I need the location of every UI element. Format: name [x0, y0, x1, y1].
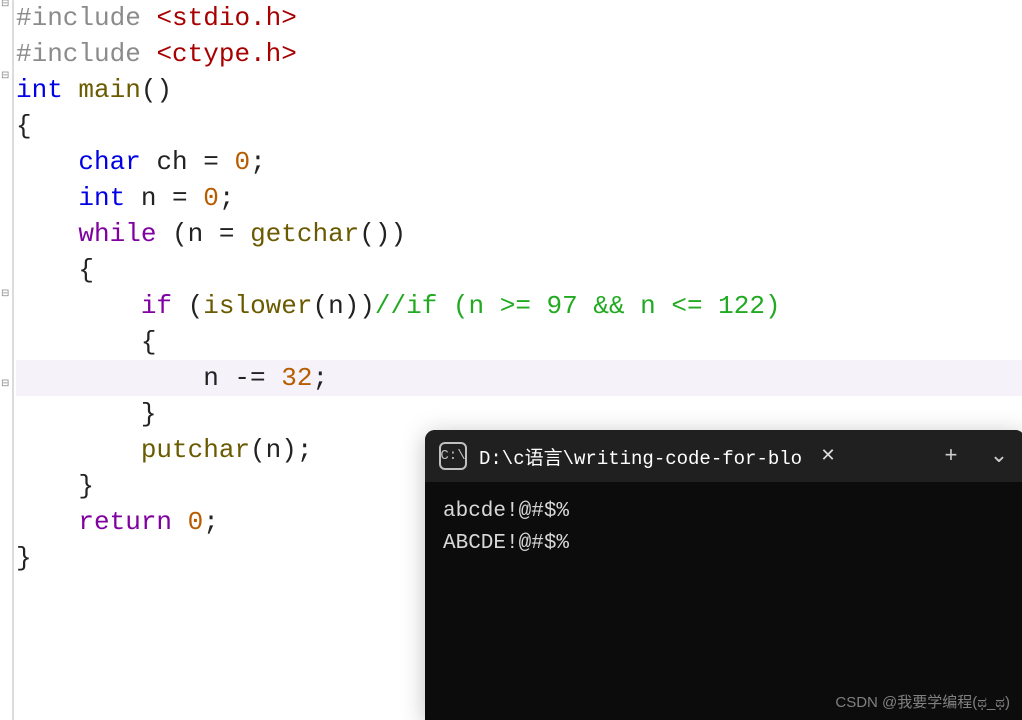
code-token — [16, 291, 141, 321]
code-token: 0 — [234, 147, 250, 177]
terminal-line: abcde!@#$% — [443, 496, 1007, 528]
code-line[interactable]: if (islower(n))//if (n >= 97 && n <= 122… — [16, 288, 1022, 324]
code-token: 0 — [188, 507, 204, 537]
code-token: <stdio.h> — [156, 3, 296, 33]
fold-toggle-icon[interactable]: ⊟ — [1, 72, 11, 82]
terminal-output[interactable]: abcde!@#$%ABCDE!@#$% — [425, 482, 1022, 574]
code-token: ( — [172, 291, 203, 321]
code-token: getchar — [250, 219, 359, 249]
code-token: ; — [250, 147, 266, 177]
code-token: } — [16, 543, 32, 573]
code-token: { — [16, 255, 94, 285]
code-line[interactable]: #include <stdio.h> — [16, 0, 1022, 36]
fold-toggle-icon[interactable]: ⊟ — [1, 290, 11, 300]
code-token — [172, 507, 188, 537]
code-token: putchar — [141, 435, 250, 465]
code-token: { — [16, 111, 32, 141]
code-token: (n = — [156, 219, 250, 249]
code-token — [16, 147, 78, 177]
code-token: islower — [203, 291, 312, 321]
code-token: ()) — [359, 219, 406, 249]
code-token: ; — [312, 363, 328, 393]
code-line[interactable]: } — [16, 396, 1022, 432]
code-token: while — [78, 219, 156, 249]
code-token: } — [16, 471, 94, 501]
fold-gutter[interactable]: ⊟ ⊟ ⊟ ⊟ — [0, 0, 12, 720]
code-token: main — [78, 75, 140, 105]
close-tab-button[interactable]: ✕ — [808, 445, 848, 467]
code-line[interactable]: int n = 0; — [16, 180, 1022, 216]
code-token: (n)) — [312, 291, 374, 321]
code-token: int — [78, 183, 125, 213]
new-tab-button[interactable]: + — [929, 436, 973, 476]
terminal-title: D:\c语言\writing-code-for-blo — [479, 443, 802, 470]
code-token: int — [16, 75, 63, 105]
code-token: n = — [125, 183, 203, 213]
code-token: #include — [16, 3, 156, 33]
code-token: char — [78, 147, 140, 177]
code-token: 0 — [203, 183, 219, 213]
code-line[interactable]: { — [16, 108, 1022, 144]
terminal-titlebar[interactable]: C:\ D:\c语言\writing-code-for-blo ✕ + ⌄ — [425, 430, 1022, 482]
code-line[interactable]: char ch = 0; — [16, 144, 1022, 180]
code-token: <ctype.h> — [156, 39, 296, 69]
fold-toggle-icon[interactable]: ⊟ — [1, 380, 11, 390]
watermark: CSDN @我要学编程(ಥ_ಥ) — [835, 691, 1010, 712]
code-token: ; — [219, 183, 235, 213]
code-token — [16, 435, 141, 465]
fold-toggle-icon[interactable]: ⊟ — [1, 0, 11, 10]
code-token: n -= — [16, 363, 281, 393]
code-token: if — [141, 291, 172, 321]
code-token: (n); — [250, 435, 312, 465]
code-line[interactable]: while (n = getchar()) — [16, 216, 1022, 252]
code-line[interactable]: { — [16, 252, 1022, 288]
code-line[interactable]: #include <ctype.h> — [16, 36, 1022, 72]
terminal-window[interactable]: C:\ D:\c语言\writing-code-for-blo ✕ + ⌄ ab… — [425, 430, 1022, 720]
code-token: 32 — [281, 363, 312, 393]
code-token: return — [78, 507, 172, 537]
code-token: ch = — [141, 147, 235, 177]
code-line[interactable]: { — [16, 324, 1022, 360]
code-token: } — [16, 399, 156, 429]
code-token: #include — [16, 39, 156, 69]
code-line[interactable]: n -= 32; — [16, 360, 1022, 396]
tab-dropdown-button[interactable]: ⌄ — [977, 436, 1021, 476]
terminal-line: ABCDE!@#$% — [443, 528, 1007, 560]
code-token — [16, 219, 78, 249]
terminal-icon: C:\ — [439, 442, 467, 470]
code-token — [16, 183, 78, 213]
code-token: ; — [203, 507, 219, 537]
code-token: () — [141, 75, 172, 105]
code-token — [63, 75, 79, 105]
code-token — [16, 507, 78, 537]
code-line[interactable]: int main() — [16, 72, 1022, 108]
code-token: { — [16, 327, 156, 357]
code-token: //if (n >= 97 && n <= 122) — [375, 291, 781, 321]
